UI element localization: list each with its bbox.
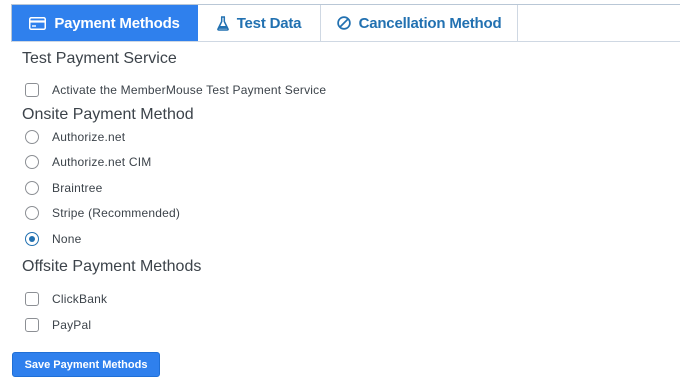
option-label: PayPal xyxy=(52,318,92,332)
tab-label: Payment Methods xyxy=(54,14,180,32)
tab-cancellation-method[interactable]: Cancellation Method xyxy=(321,5,518,41)
tab-bar: Payment Methods Test Data Cancellation M… xyxy=(11,4,680,42)
activate-test-service-checkbox[interactable] xyxy=(25,83,39,97)
test-payment-service-heading: Test Payment Service xyxy=(22,50,177,67)
radio-button[interactable] xyxy=(25,181,39,195)
offsite-option-clickbank[interactable]: ClickBank xyxy=(25,290,107,308)
onsite-option-authorize-net[interactable]: Authorize.net xyxy=(25,128,125,146)
clickbank-checkbox[interactable] xyxy=(25,292,39,306)
option-label: ClickBank xyxy=(52,292,108,306)
radio-button[interactable] xyxy=(25,206,39,220)
tab-label: Test Data xyxy=(236,14,302,32)
onsite-option-braintree[interactable]: Braintree xyxy=(25,179,103,197)
onsite-option-none[interactable]: None xyxy=(25,230,82,248)
onsite-payment-method-heading: Onsite Payment Method xyxy=(22,106,194,123)
flask-icon xyxy=(216,15,229,31)
option-label: None xyxy=(52,232,82,246)
option-label: Activate the MemberMouse Test Payment Se… xyxy=(52,83,327,97)
offsite-option-paypal[interactable]: PayPal xyxy=(25,316,91,334)
radio-button-selected[interactable] xyxy=(25,232,39,246)
tab-test-data[interactable]: Test Data xyxy=(198,5,321,41)
onsite-option-authorize-net-cim[interactable]: Authorize.net CIM xyxy=(25,153,151,171)
tab-payment-methods[interactable]: Payment Methods xyxy=(12,5,198,41)
onsite-option-stripe[interactable]: Stripe (Recommended) xyxy=(25,204,180,222)
option-label: Braintree xyxy=(52,181,103,195)
option-label: Authorize.net xyxy=(52,130,126,144)
activate-test-service-option[interactable]: Activate the MemberMouse Test Payment Se… xyxy=(25,81,326,99)
save-payment-methods-button[interactable]: Save Payment Methods xyxy=(12,352,160,377)
radio-button[interactable] xyxy=(25,130,39,144)
tab-label: Cancellation Method xyxy=(358,14,502,32)
radio-button[interactable] xyxy=(25,155,39,169)
option-label: Stripe (Recommended) xyxy=(52,206,181,220)
prohibited-icon xyxy=(336,16,351,30)
credit-card-icon xyxy=(29,16,47,30)
option-label: Authorize.net CIM xyxy=(52,155,152,169)
paypal-checkbox[interactable] xyxy=(25,318,39,332)
offsite-payment-methods-heading: Offsite Payment Methods xyxy=(22,258,202,275)
